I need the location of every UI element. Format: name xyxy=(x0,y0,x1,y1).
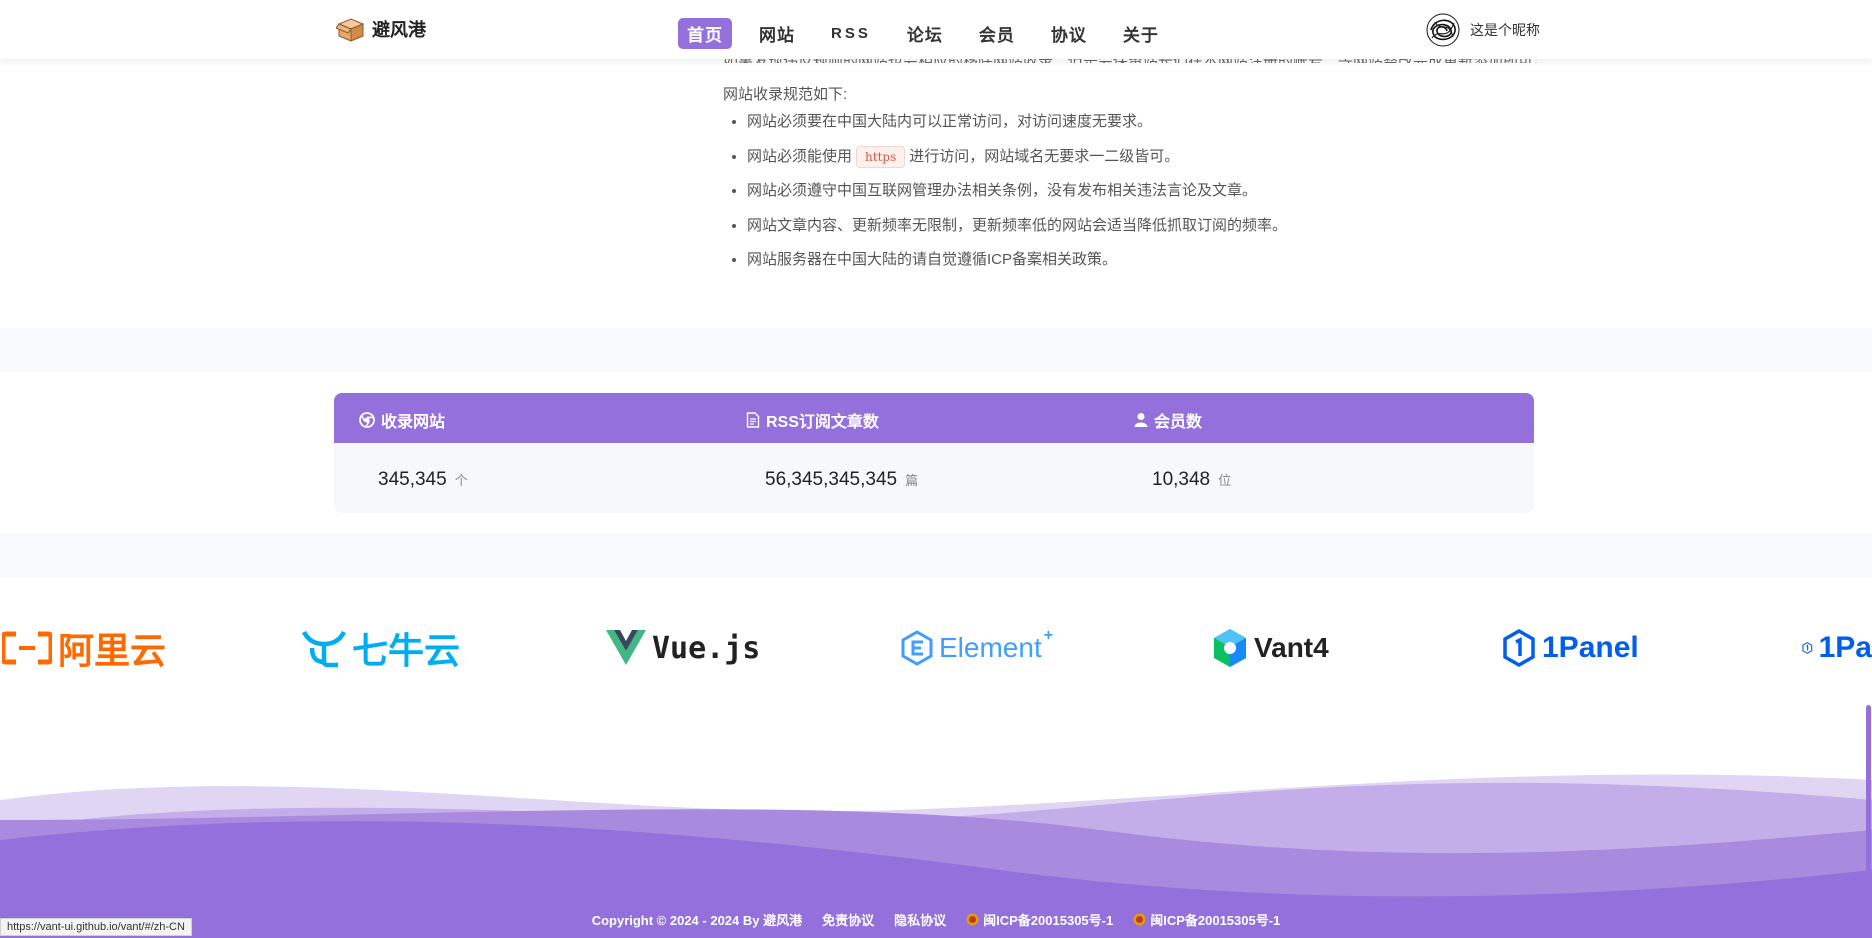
stats-value-members: 10,348 位 xyxy=(1152,469,1231,491)
element-logo-icon xyxy=(901,630,933,666)
sponsor-aliyun[interactable]: 阿里云 xyxy=(2,618,166,678)
police-badge-icon xyxy=(1133,913,1146,926)
sponsor-name: 1Pa xyxy=(1818,631,1872,664)
stats-body: 345,345 个 56,345,345,345 篇 10,348 位 xyxy=(334,443,1534,513)
stats-col-sites: 收录网站 xyxy=(359,408,445,432)
rules-list: 网站必须要在中国大陆内可以正常访问，对访问速度无要求。 网站必须能使用https… xyxy=(723,110,1287,283)
sponsor-strip: 阿里云 七牛云 Vue.js Element + Vant4 1Panel 1P… xyxy=(0,618,1872,678)
sponsor-element[interactable]: Element + xyxy=(901,618,1057,678)
rule-item: 网站服务器在中国大陆的请自觉遵循ICP备案相关政策。 xyxy=(747,248,1287,283)
stats-header: 收录网站 RSS订阅文章数 会员数 xyxy=(334,393,1534,443)
sponsor-name: 阿里云 xyxy=(58,630,167,671)
rule-item-text: 进行访问，网站域名无要求一二级皆可。 xyxy=(909,147,1180,165)
1panel-logo-icon xyxy=(1503,629,1535,667)
sponsor-1panel-repeat[interactable]: 1Pa xyxy=(1802,618,1872,678)
rule-item: 网站必须要在中国大陆内可以正常访问，对访问速度无要求。 xyxy=(747,110,1287,145)
footer-links: Copyright © 2024 - 2024 By 避风港 免责协议 隐私协议… xyxy=(0,910,1872,929)
document-icon xyxy=(746,412,760,428)
rules-title: 网站收录规范如下: xyxy=(723,86,848,103)
section-band xyxy=(0,328,1872,372)
stats-value-sites: 345,345 个 xyxy=(378,469,468,491)
police-badge-icon xyxy=(966,913,979,926)
sponsor-vue[interactable]: Vue.js xyxy=(606,618,760,678)
rule-item: 网站必须遵守中国互联网管理办法相关条例，没有发布相关违法言论及文章。 xyxy=(747,179,1287,214)
status-bar-url: https://vant-ui.github.io/vant/#/zh-CN xyxy=(0,918,192,936)
stats-label: 收录网站 xyxy=(381,414,446,431)
rule-item: 网站必须能使用https进行访问，网站域名无要求一二级皆可。 xyxy=(747,145,1287,180)
stats-unit: 个 xyxy=(454,473,468,488)
stats-unit: 篇 xyxy=(905,473,919,488)
icp-text: 闽ICP备20015305号-1 xyxy=(1150,913,1281,928)
aliyun-logo-icon xyxy=(2,631,52,665)
stats-value-rss: 56,345,345,345 篇 xyxy=(765,469,918,491)
nav-forum[interactable]: 论坛 xyxy=(898,18,952,49)
1panel-logo-icon xyxy=(1802,642,1813,654)
plus-icon: + xyxy=(1043,627,1054,644)
sponsor-vant[interactable]: Vant4 xyxy=(1212,618,1329,678)
nav-about[interactable]: 关于 xyxy=(1114,18,1168,49)
icp-text: 闽ICP备20015305号-1 xyxy=(983,913,1114,928)
rule-item: 网站文章内容、更新频率无限制，更新频率低的网站会适当降低抓取订阅的频率。 xyxy=(747,214,1287,249)
section-band xyxy=(0,533,1872,577)
copyright-text: Copyright © 2024 - 2024 By 避风港 xyxy=(591,913,803,928)
brand[interactable]: 避风港 xyxy=(336,16,426,42)
stats-number: 345,345 xyxy=(378,469,447,490)
stats-col-rss: RSS订阅文章数 xyxy=(746,408,879,432)
sponsor-name: 1Panel xyxy=(1542,631,1639,664)
vant-logo-icon xyxy=(1214,629,1246,667)
user-nickname: 这是个昵称 xyxy=(1470,22,1540,38)
stats-unit: 位 xyxy=(1218,473,1232,488)
box-logo-icon xyxy=(336,18,365,42)
disclaimer-link[interactable]: 免责协议 xyxy=(822,910,874,929)
stats-label: 会员数 xyxy=(1154,414,1203,431)
stats-col-members: 会员数 xyxy=(1134,408,1202,432)
icp-link[interactable]: 闽ICP备20015305号-1 xyxy=(1133,910,1280,929)
main-nav: 首页 网站 RSS 论坛 会员 协议 关于 xyxy=(678,18,1186,49)
nav-agreement[interactable]: 协议 xyxy=(1042,18,1096,49)
privacy-link[interactable]: 隐私协议 xyxy=(894,910,946,929)
nav-sites[interactable]: 网站 xyxy=(750,18,804,49)
sponsor-1panel[interactable]: 1Panel xyxy=(1502,618,1639,678)
stats-number: 10,348 xyxy=(1152,469,1211,490)
sponsor-name: Vant4 xyxy=(1254,632,1329,663)
brand-name: 避风港 xyxy=(372,20,426,40)
sponsor-name: 七牛云 xyxy=(352,630,461,671)
nav-rss[interactable]: RSS xyxy=(822,22,880,45)
https-code-tag: https xyxy=(856,145,906,168)
user-icon xyxy=(1134,413,1148,427)
sponsor-name: Element xyxy=(939,632,1042,663)
qiniu-logo-icon xyxy=(302,630,346,668)
stats-table: 收录网站 RSS订阅文章数 会员数 345,345 个 56,345,345,34… xyxy=(334,393,1534,513)
rule-item-text: 网站必须能使用 xyxy=(747,147,853,165)
user-menu[interactable]: 这是个昵称 xyxy=(1426,13,1540,47)
chrome-icon xyxy=(359,412,375,428)
icp-link[interactable]: 闽ICP备20015305号-1 xyxy=(966,910,1113,929)
top-header: 避风港 首页 网站 RSS 论坛 会员 协议 关于 这是个昵称 xyxy=(0,0,1872,59)
sponsor-name: Vue.js xyxy=(652,630,761,666)
nav-members[interactable]: 会员 xyxy=(970,18,1024,49)
stats-label: RSS订阅文章数 xyxy=(766,414,879,431)
avatar[interactable] xyxy=(1426,13,1460,47)
stats-number: 56,345,345,345 xyxy=(765,469,898,490)
scribble-avatar-icon xyxy=(1426,13,1460,47)
nav-home[interactable]: 首页 xyxy=(678,18,732,49)
vue-logo-icon xyxy=(606,630,646,665)
page-scrollbar[interactable] xyxy=(1866,705,1871,938)
sponsor-qiniu[interactable]: 七牛云 xyxy=(302,618,460,678)
